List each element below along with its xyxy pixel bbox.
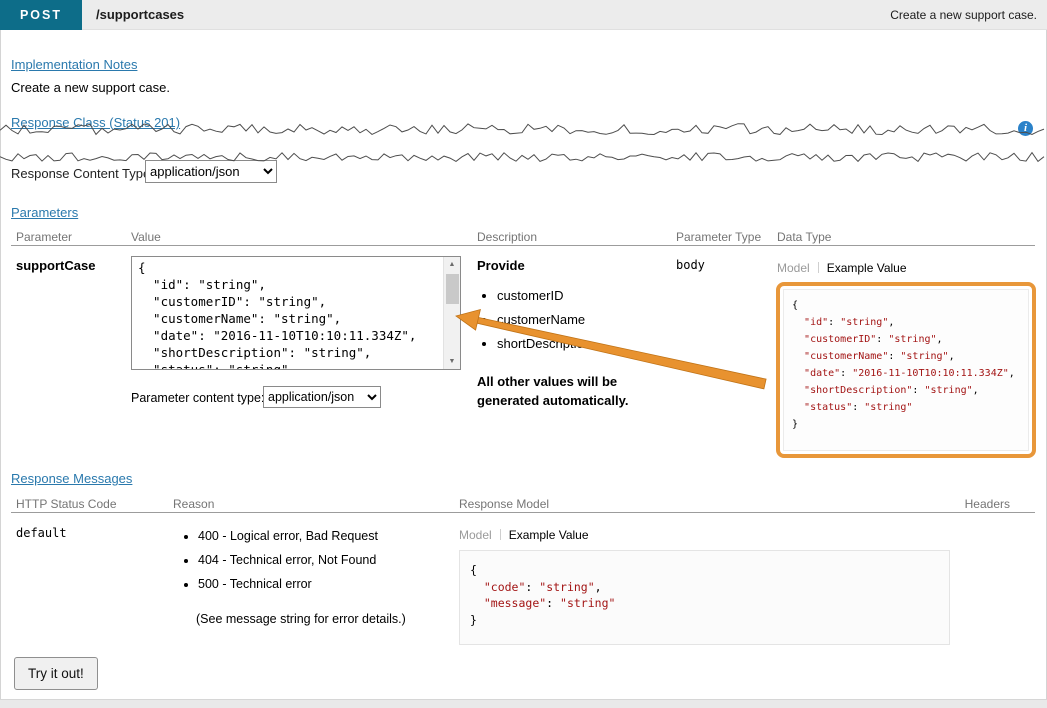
tab-example-value[interactable]: Example Value [509, 528, 589, 542]
description-note: All other values will be generated autom… [477, 372, 672, 410]
response-content-type-select[interactable]: application/json [145, 160, 277, 183]
description-bullet: customerID [497, 289, 591, 303]
example-value-json: { "id": "string", "customerID": "string"… [792, 297, 1020, 433]
parameter-content-type-select[interactable]: application/json [263, 386, 381, 408]
parameter-value-editor: { "id": "string", "customerID": "string"… [131, 256, 461, 370]
scrollbar-thumb[interactable] [446, 274, 459, 304]
column-header-http-status-code: HTTP Status Code [16, 497, 117, 511]
response-messages-heading: Response Messages [11, 471, 132, 486]
parameter-content-type-label: Parameter content type: [131, 391, 264, 405]
page-footer [0, 699, 1047, 708]
description-bullet: shortDescription [497, 337, 591, 351]
swagger-operation-panel: POST /supportcases Create a new support … [0, 0, 1047, 708]
column-header-response-model: Response Model [459, 497, 549, 511]
parameters-heading: Parameters [11, 205, 78, 220]
reason-bullet: 400 - Logical error, Bad Request [198, 530, 378, 543]
response-model-tabs: Model Example Value [459, 528, 589, 542]
implementation-notes-heading: Implementation Notes [11, 57, 137, 72]
scroll-up-icon[interactable]: ▲ [444, 257, 460, 272]
implementation-notes-text: Create a new support case. [11, 80, 170, 95]
try-it-out-button[interactable]: Try it out! [14, 657, 98, 690]
column-header-value: Value [131, 230, 161, 244]
reason-bullet: 500 - Technical error [198, 578, 378, 591]
data-type-tabs: Model Example Value [777, 261, 907, 275]
reason-bullet-list: 400 - Logical error, Bad Request 404 - T… [185, 530, 378, 602]
column-header-data-type: Data Type [777, 230, 831, 244]
example-value-panel: { "id": "string", "customerID": "string"… [783, 289, 1029, 451]
description-bullet-list: customerID customerName shortDescription [477, 289, 591, 361]
column-header-parameter: Parameter [16, 230, 72, 244]
column-header-reason: Reason [173, 497, 214, 511]
tab-divider [818, 262, 819, 273]
parameter-name: supportCase [16, 258, 95, 273]
description-intro: Provide [477, 258, 525, 273]
endpoint-path[interactable]: /supportcases [96, 0, 184, 30]
info-icon[interactable]: i [1018, 121, 1033, 136]
parameter-type-value: body [676, 258, 705, 272]
tab-example-value[interactable]: Example Value [827, 261, 907, 275]
method-badge[interactable]: POST [0, 0, 82, 30]
tab-model[interactable]: Model [777, 261, 810, 275]
column-header-parameter-type: Parameter Type [676, 230, 761, 244]
response-messages-header-divider [11, 512, 1035, 513]
tab-divider [500, 529, 501, 540]
reason-bullet: 404 - Technical error, Not Found [198, 554, 378, 567]
response-model-panel: { "code": "string", "message": "string"} [459, 550, 950, 645]
textarea-scrollbar[interactable]: ▲ ▼ [443, 257, 460, 369]
operation-summary: Create a new support case. [890, 0, 1037, 30]
column-header-headers: Headers [965, 497, 1010, 511]
description-bullet: customerName [497, 313, 591, 327]
highlight-box: { "id": "string", "customerID": "string"… [776, 282, 1036, 458]
response-model-json: { "code": "string", "message": "string"} [470, 562, 939, 628]
response-content-type-label: Response Content Type [11, 166, 150, 181]
tab-model[interactable]: Model [459, 528, 492, 542]
parameter-value-textarea[interactable]: { "id": "string", "customerID": "string"… [132, 257, 443, 369]
response-class-heading: Response Class (Status 201) [11, 115, 180, 130]
http-status-code-value: default [16, 526, 67, 540]
scroll-down-icon[interactable]: ▼ [444, 354, 460, 369]
column-header-description: Description [477, 230, 537, 244]
operation-header[interactable]: POST /supportcases Create a new support … [0, 0, 1047, 30]
parameters-header-divider [11, 245, 1035, 246]
reason-note: (See message string for error details.) [196, 612, 406, 626]
